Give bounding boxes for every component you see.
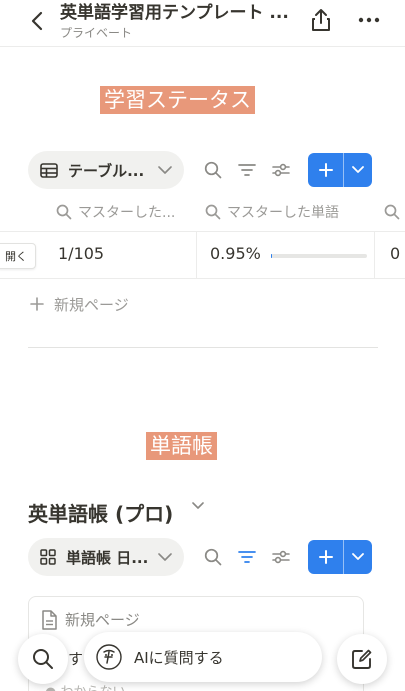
column-header[interactable]: マスターした... bbox=[56, 200, 175, 224]
add-new-page-row[interactable]: 新規ページ bbox=[30, 292, 129, 316]
page-subtitle: プライベート bbox=[60, 26, 133, 40]
section-heading-wordbook: 単語帳 bbox=[146, 432, 217, 460]
new-entry-button-group bbox=[308, 153, 372, 187]
card-peek-text: す bbox=[68, 650, 84, 668]
open-row-button[interactable]: 開く bbox=[0, 243, 36, 269]
plus-icon bbox=[318, 550, 333, 564]
table-cell-percent[interactable]: 0.95% bbox=[210, 244, 261, 263]
column-label: マスターした... bbox=[78, 205, 176, 221]
share-button[interactable] bbox=[308, 6, 334, 34]
table-cell-count[interactable]: 1/105 bbox=[58, 244, 104, 263]
view-label: 単語帳 日... bbox=[66, 548, 149, 567]
plus-icon bbox=[30, 297, 44, 311]
floating-search-button[interactable] bbox=[18, 634, 68, 684]
chevron-down-icon bbox=[352, 553, 364, 560]
view-label: テーブル... bbox=[68, 161, 145, 180]
more-button[interactable] bbox=[354, 8, 384, 32]
card-new-page-label: 新規ページ bbox=[65, 611, 140, 629]
cell-divider bbox=[374, 232, 375, 278]
table-cell-partial[interactable]: 0 bbox=[390, 244, 400, 263]
board-grid-icon bbox=[40, 549, 56, 565]
search-icon bbox=[204, 548, 222, 566]
search-icon bbox=[56, 204, 72, 220]
search-icon bbox=[384, 204, 400, 220]
filter-icon bbox=[238, 551, 256, 563]
chevron-down-icon bbox=[352, 166, 364, 173]
new-entry-menu-button[interactable] bbox=[344, 540, 372, 574]
back-button[interactable] bbox=[26, 8, 48, 34]
progress-fill bbox=[271, 254, 272, 258]
floating-new-page-button[interactable] bbox=[337, 634, 387, 684]
view-selector-board[interactable]: 単語帳 日... bbox=[28, 538, 184, 576]
search-icon bbox=[33, 649, 53, 669]
filter-button[interactable] bbox=[234, 157, 260, 183]
filter-icon bbox=[238, 164, 256, 176]
new-entry-menu-button[interactable] bbox=[344, 153, 372, 187]
document-icon bbox=[41, 609, 57, 630]
section-divider bbox=[28, 347, 378, 348]
cell-divider bbox=[196, 232, 197, 278]
chevron-down-icon[interactable] bbox=[192, 502, 204, 510]
filter-button-active[interactable] bbox=[234, 544, 260, 570]
page-title: 英単語学習用テンプレート ... bbox=[60, 3, 289, 23]
new-entry-button[interactable] bbox=[308, 153, 344, 187]
settings-button[interactable] bbox=[268, 157, 294, 183]
row-divider bbox=[0, 231, 405, 232]
search-icon bbox=[204, 161, 222, 179]
status-tag: ● わからない bbox=[45, 681, 125, 691]
title-block: 英単語学習用テンプレート ... プライベート bbox=[60, 2, 296, 41]
ai-assistant-icon bbox=[94, 642, 124, 672]
column-header-partial[interactable] bbox=[384, 200, 405, 224]
column-label: マスターした単語 bbox=[227, 205, 339, 221]
search-icon bbox=[205, 204, 221, 220]
view-selector-table[interactable]: テーブル... bbox=[28, 151, 184, 189]
progress-bar bbox=[271, 254, 367, 258]
section-heading-status: 学習ステータス bbox=[100, 86, 255, 114]
header-divider bbox=[0, 46, 405, 47]
plus-icon bbox=[318, 163, 333, 177]
search-button[interactable] bbox=[200, 544, 226, 570]
share-icon bbox=[312, 9, 330, 31]
chevron-down-icon bbox=[158, 166, 172, 174]
search-button[interactable] bbox=[200, 157, 226, 183]
row-divider bbox=[0, 278, 405, 279]
new-entry-button-group bbox=[308, 540, 372, 574]
column-header[interactable]: マスターした単語 bbox=[205, 200, 339, 224]
sliders-icon bbox=[272, 550, 290, 564]
chevron-left-icon bbox=[31, 11, 43, 31]
ai-ask-bar[interactable]: AIに質問する bbox=[84, 632, 322, 682]
more-dots-icon bbox=[358, 17, 380, 23]
compose-icon bbox=[352, 649, 372, 669]
card-new-page[interactable]: 新規ページ bbox=[41, 609, 140, 630]
sliders-icon bbox=[272, 163, 290, 177]
new-entry-button[interactable] bbox=[308, 540, 344, 574]
ai-ask-label: AIに質問する bbox=[134, 648, 224, 667]
chevron-down-icon bbox=[158, 553, 172, 561]
top-bar: 英単語学習用テンプレート ... プライベート bbox=[0, 0, 405, 46]
database-title[interactable]: 英単語帳 (プロ) bbox=[28, 498, 173, 527]
table-icon bbox=[40, 162, 58, 178]
new-page-label: 新規ページ bbox=[54, 295, 129, 314]
settings-button[interactable] bbox=[268, 544, 294, 570]
